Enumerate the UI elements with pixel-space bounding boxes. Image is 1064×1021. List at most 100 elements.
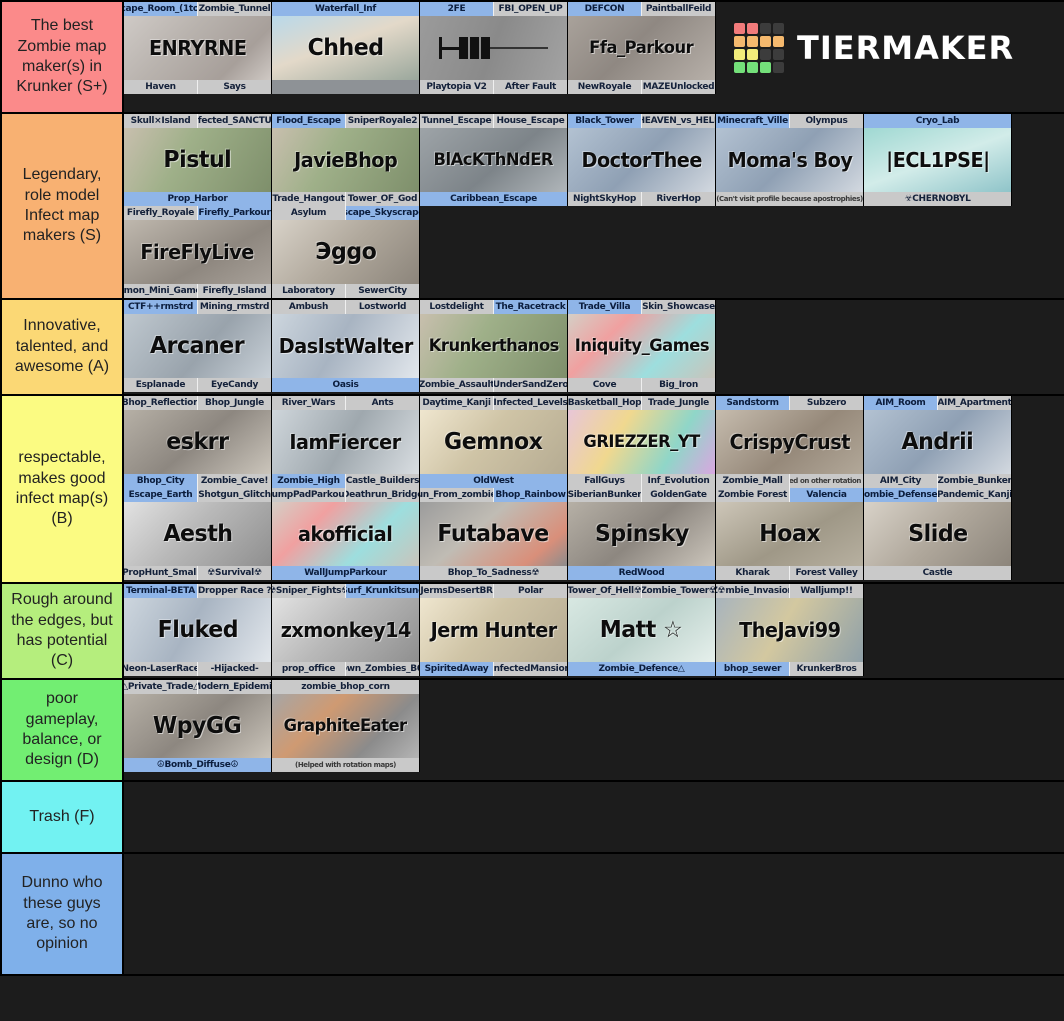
creator-name: Jerm Hunter [430,618,557,642]
tier-card[interactable]: JumpPadParkour Deathrun_Bridge akofficial W… [272,488,420,580]
tier-label[interactable]: Dunno who these guys are, so no opinion [0,854,124,974]
tier-card[interactable]: Ambush Lostworld DasIstWalter Oasis [272,300,420,392]
card-top-maps: △Private_Trade△Modern_Epidemic [124,680,271,694]
tier-card[interactable]: Skull×Islandinfected_SANCTUM Pistul Prop_H… [124,114,272,206]
map-label: Ambush [272,300,346,314]
tier-row: poor gameplay, balance, or design (D) △Pr… [0,680,1064,782]
tier-label[interactable]: Trash (F) [0,782,124,852]
map-label: Daytime_Kanji [420,396,494,410]
creator-name: Matt ☆ [600,617,683,643]
logo-grid-icon [734,23,784,73]
map-label: FBI_OPEN_UP [494,2,567,16]
map-label: 2FE [420,2,494,16]
tier-label[interactable]: poor gameplay, balance, or design (D) [0,680,124,780]
tier-card[interactable]: Basketball_Hop Trade_Jungle GRIEZZER_YT Fal… [568,396,716,488]
tier-card[interactable]: Tunnel_Escape House_Escape BlAcKThNdER Cari… [420,114,568,206]
map-label: RedWood [568,566,715,580]
tier-card[interactable]: Tower_Of_Hell☢ Zombie_Tower☢ Matt ☆ Zombie_… [568,584,716,676]
tier-card[interactable]: Lostdelight The_Racetrack Krunkerthanos Zom… [420,300,568,392]
tier-card[interactable]: DEFCON PaintballFeild Ffa_Parkour NewRoyale… [568,2,716,94]
card-bottom-maps: Caribbean_Escape [420,192,567,206]
map-label: (Worked on other rotation maps) [790,474,863,488]
card-thumbnail: ENRYRNE [124,16,271,80]
map-label: Sandstorm [716,396,790,410]
map-label: (Helped with rotation maps) [272,758,419,772]
tier-card[interactable]: Escape_Earth Shotgun_Glitch Aesth PropHunt_… [124,488,272,580]
tier-card[interactable]: Asylumescape_Skyscraper Эggo LaboratorySew… [272,206,420,298]
map-label: Terminal-BETA [124,584,198,598]
tier-label[interactable]: respectable, makes good infect map(s) (B… [0,396,124,582]
tier-card[interactable]: Bhop_Reflection Bhop_Jungle eskrr Bhop_City… [124,396,272,488]
map-label: Modern_Epidemic [198,680,271,694]
map-label: Laboratory [272,284,346,298]
map-label: UnderSandZero [494,378,567,392]
tier-card[interactable]: Minecraft_Ville Olympus Moma's Boy (Can't v… [716,114,864,206]
tier-card[interactable]: Cryo_Lab |ECL1PSE| ☣CHERNOBYL [864,114,1012,206]
tier-label[interactable]: Innovative, talented, and awesome (A) [0,300,124,394]
map-label: Flood_Escape [272,114,346,128]
card-top-maps: Escape_Earth Shotgun_Glitch [124,488,271,502]
map-label: Run_From_zombie△ [420,488,494,502]
card-bottom-maps: Zombie_Defence△ [568,662,715,676]
map-label: Says [198,80,271,94]
map-label: zombie_bhop_corn [272,680,419,694]
card-top-maps: Ambush Lostworld [272,300,419,314]
tier-card[interactable]: SiberianBunker GoldenGate Spinsky RedWood [568,488,716,580]
tier-card[interactable]: Flood_Escape SniperRoyale2 JavieBhop Trade_… [272,114,420,206]
creator-name: ENRYRNE [148,36,247,60]
map-label: InfectedMansion [494,662,567,676]
tier-card[interactable]: Black_TowerHEAVEN_vs_HELL DoctorThee Night… [568,114,716,206]
card-thumbnail: TheJavi99 [716,598,863,662]
tier-card[interactable]: Firefly_Royale Firefly_Parkour FireFlyLive… [124,206,272,298]
tier-label[interactable]: Rough around the edges, but has potentia… [0,584,124,678]
map-label: EyeCandy [198,378,271,392]
tier-card[interactable]: △Private_Trade△Modern_Epidemic WpyGG ☮Bomb… [124,680,272,772]
creator-name: Chhed [307,35,384,61]
card-bottom-maps: bhop_sewer KrunkerBros [716,662,863,676]
tier-card[interactable]: Waterfall_Inf Chhed [272,2,420,94]
card-top-maps: 2FE FBI_OPEN_UP [420,2,567,16]
tier-card[interactable]: SandstormSubzero CrispyCrust Zombie_Mall(W… [716,396,864,488]
tier-card[interactable]: Run_From_zombie△Bhop_Rainbow Futabave Bhop… [420,488,568,580]
tier-card[interactable]: 2FE FBI_OPEN_UP Playtopia V2 After Fault [420,2,568,94]
card-bottom-maps: Prop_Harbor [124,192,271,206]
card-top-maps: Basketball_Hop Trade_Jungle [568,396,715,410]
tier-card[interactable]: zombie_bhop_corn GraphiteEater (Helped wit… [272,680,420,772]
card-thumbnail: Krunkerthanos [420,314,567,378]
tier-card[interactable]: AIM_Room AIM_Apartment Andrii AIM_City Zombi… [864,396,1012,488]
tier-card[interactable]: Z☢mbie_InvasionWalljump!! TheJavi99 bhop_s… [716,584,864,676]
card-top-maps: Run_From_zombie△Bhop_Rainbow [420,488,567,502]
map-label: Tower_Of_Hell☢ [568,584,642,598]
map-label: JermsDesertBR [420,584,494,598]
tier-card[interactable]: River_Wars Ants IamFiercer Zombie_High Castl… [272,396,420,488]
tier-card[interactable]: Trade_Villa Skin_Showcase Iniquity_Games Co… [568,300,716,392]
map-label: Big_Iron [642,378,715,392]
map-label: SniperRoyale2 [346,114,419,128]
tier-card[interactable]: ☢Sniper_Fights☢Surf_Krunkitsune zxmonkey1… [272,584,420,676]
tier-card[interactable]: Zombie_Defense2Pandemic_Kanji Slide Castle [864,488,1012,580]
tier-card[interactable]: Zombie Forest Valencia Hoax Kharak Forest Va… [716,488,864,580]
card-top-maps: Escape_Room_(1to 6)Zombie_Tunnel [124,2,271,16]
tier-card[interactable]: JermsDesertBR Polar Jerm Hunter SpiritedAwa… [420,584,568,676]
creator-name: akofficial [298,522,393,546]
card-thumbnail: Iniquity_Games [568,314,715,378]
card-top-maps: Bhop_Reflection Bhop_Jungle [124,396,271,410]
tier-label[interactable]: Legendary, role model Infect map makers … [0,114,124,298]
card-thumbnail: akofficial [272,502,419,566]
tier-card[interactable]: Daytime_Kanji Infected_Levels Gemnox OldWes… [420,396,568,488]
card-top-maps: Cryo_Lab [864,114,1011,128]
map-label: Lostworld [346,300,419,314]
map-label: Castle [864,566,1011,580]
map-label: infected_SANCTUM [198,114,271,128]
map-label: Dropper Race ? [198,584,271,598]
map-label: Escape_Earth [124,488,198,502]
card-thumbnail: Matt ☆ [568,598,715,662]
tier-label[interactable]: The best Zombie map maker(s) in Krunker … [0,2,124,112]
map-label: Zombie Forest [716,488,790,502]
map-label: Firefly_Island [198,284,271,298]
card-thumbnail: Fluked [124,598,271,662]
tier-card[interactable]: CTF++rmstrd Mining_rmstrd Arcaner Esplanade… [124,300,272,392]
tier-card[interactable]: Escape_Room_(1to 6)Zombie_Tunnel ENRYRNE H… [124,2,272,94]
tier-card[interactable]: Terminal-BETA Dropper Race ? Fluked Neon-La… [124,584,272,676]
map-label: Surf_Krunkitsune [346,584,419,598]
